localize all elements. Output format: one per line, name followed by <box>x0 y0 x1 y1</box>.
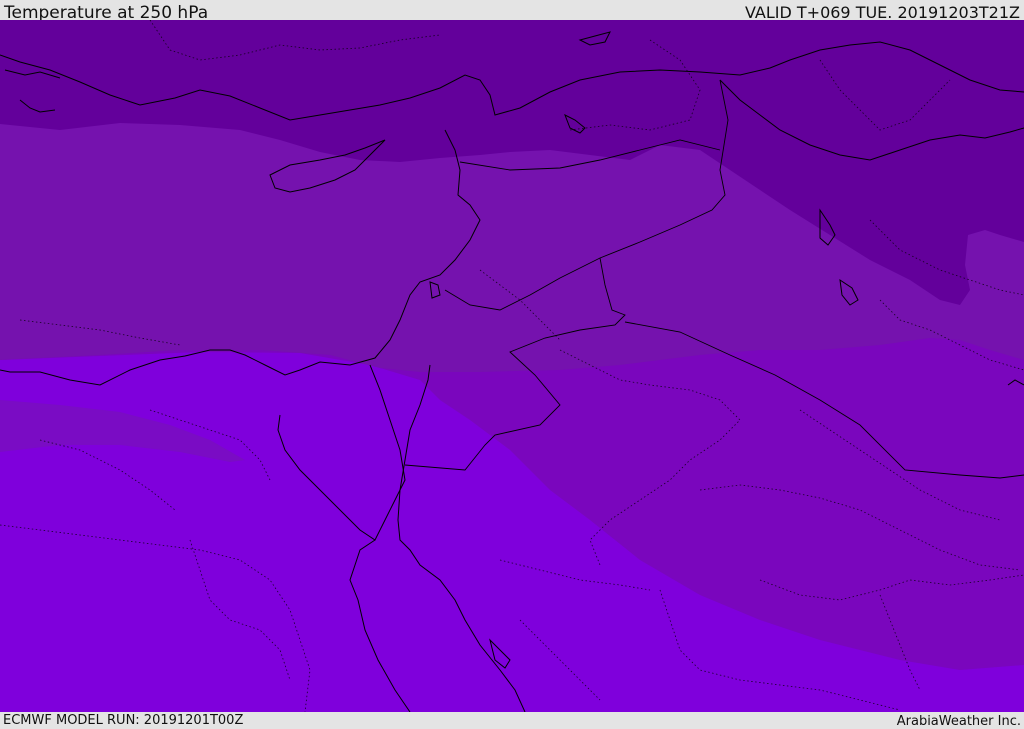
map-viewer: Temperature at 250 hPa VALID T+069 TUE. … <box>0 0 1024 729</box>
model-run: ECMWF MODEL RUN: 20191201T00Z <box>3 713 244 728</box>
header-bar: Temperature at 250 hPa VALID T+069 TUE. … <box>0 0 1024 23</box>
credit-text: ArabiaWeather Inc. <box>896 714 1021 729</box>
weather-map[interactable] <box>0 20 1024 712</box>
footer-bar: ECMWF MODEL RUN: 20191201T00Z ArabiaWeat… <box>0 712 1024 729</box>
map-area[interactable] <box>0 20 1024 712</box>
